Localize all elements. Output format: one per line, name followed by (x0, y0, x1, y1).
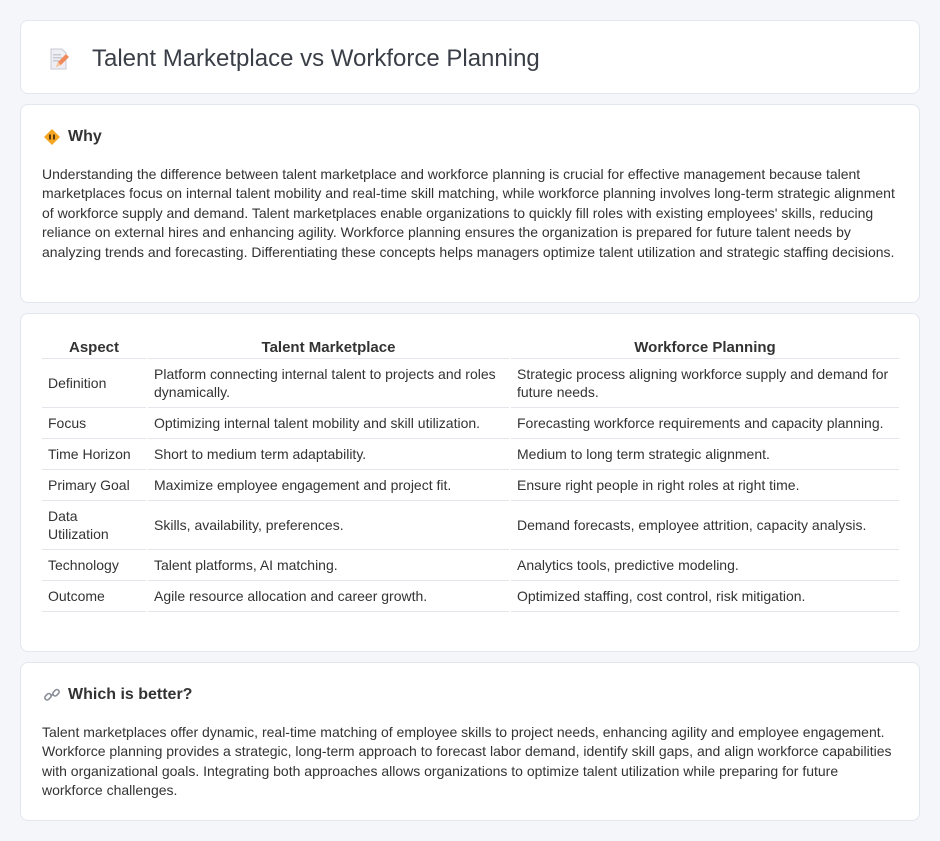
diamond-sign-icon (42, 128, 62, 146)
aspect-cell: Outcome (42, 580, 147, 612)
page-title: Talent Marketplace vs Workforce Planning (92, 45, 540, 72)
which-is-better-section: Which is better? Talent marketplaces off… (20, 662, 920, 821)
better-text: Talent marketplaces offer dynamic, real-… (42, 724, 892, 799)
column-header-aspect: Aspect (42, 336, 147, 359)
table-row: Data Utilization Skills, availability, p… (42, 500, 899, 550)
link-icon (42, 686, 62, 704)
table-row: Definition Platform connecting internal … (42, 358, 899, 408)
workforce-planning-cell: Strategic process aligning workforce sup… (509, 358, 899, 408)
aspect-cell: Primary Goal (42, 469, 147, 501)
table-row: Time Horizon Short to medium term adapta… (42, 438, 899, 470)
talent-marketplace-cell: Short to medium term adaptability. (146, 438, 510, 470)
talent-marketplace-cell: Platform connecting internal talent to p… (146, 358, 510, 408)
talent-marketplace-cell: Talent platforms, AI matching. (146, 549, 510, 581)
workforce-planning-cell: Ensure right people in right roles at ri… (509, 469, 899, 501)
table-row: Focus Optimizing internal talent mobilit… (42, 407, 899, 439)
comparison-table: Aspect Talent Marketplace Workforce Plan… (42, 336, 899, 612)
table-row: Primary Goal Maximize employee engagemen… (42, 469, 899, 501)
aspect-cell: Technology (42, 549, 147, 581)
aspect-cell: Data Utilization (42, 500, 147, 550)
workforce-planning-cell: Demand forecasts, employee attrition, ca… (509, 500, 899, 550)
workforce-planning-cell: Forecasting workforce requirements and c… (509, 407, 899, 439)
header-card: Talent Marketplace vs Workforce Planning (20, 20, 920, 94)
document-pencil-icon (47, 47, 71, 71)
table-row: Outcome Agile resource allocation and ca… (42, 580, 899, 612)
why-section: Why Understanding the difference between… (20, 104, 920, 303)
talent-marketplace-cell: Optimizing internal talent mobility and … (146, 407, 510, 439)
better-title: Which is better? (68, 686, 193, 703)
why-text: Understanding the difference between tal… (42, 166, 895, 260)
talent-marketplace-cell: Agile resource allocation and career gro… (146, 580, 510, 612)
column-header-workforce-planning: Workforce Planning (509, 336, 899, 359)
workforce-planning-cell: Medium to long term strategic alignment. (509, 438, 899, 470)
why-heading: Why (42, 127, 102, 147)
aspect-cell: Definition (42, 358, 147, 408)
why-title: Why (68, 128, 102, 145)
better-heading: Which is better? (42, 685, 192, 705)
workforce-planning-cell: Optimized staffing, cost control, risk m… (509, 580, 899, 612)
aspect-cell: Focus (42, 407, 147, 439)
table-row: Technology Talent platforms, AI matching… (42, 549, 899, 581)
comparison-section: Aspect Talent Marketplace Workforce Plan… (20, 313, 920, 652)
table-header-row: Aspect Talent Marketplace Workforce Plan… (42, 336, 899, 359)
workforce-planning-cell: Analytics tools, predictive modeling. (509, 549, 899, 581)
aspect-cell: Time Horizon (42, 438, 147, 470)
column-header-talent-marketplace: Talent Marketplace (146, 336, 510, 359)
talent-marketplace-cell: Maximize employee engagement and project… (146, 469, 510, 501)
talent-marketplace-cell: Skills, availability, preferences. (146, 500, 510, 550)
